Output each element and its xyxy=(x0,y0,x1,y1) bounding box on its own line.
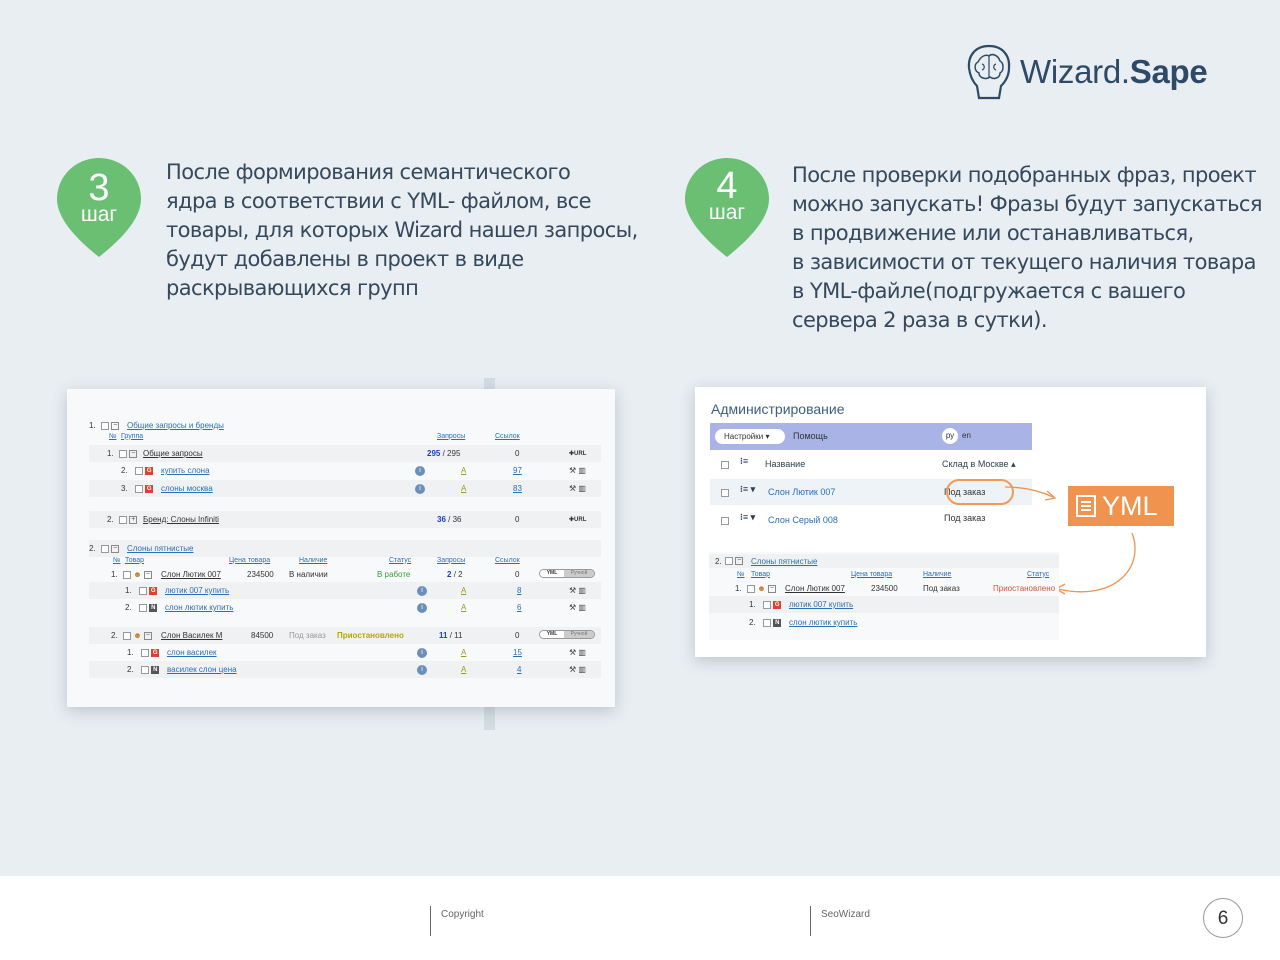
keyword-link[interactable]: слоны москва xyxy=(161,484,213,493)
footer: Copyright SeoWizard 6 xyxy=(0,876,1280,960)
keyword-row: 2. N слон лютик купить xyxy=(749,618,858,627)
keyword-link[interactable]: василек слон цена xyxy=(167,665,237,674)
brand-logo: Wizard.Sape xyxy=(966,44,1208,100)
keyword-row: 1. G лютик 007 купить xyxy=(709,596,1059,613)
brain-head-icon xyxy=(967,44,1011,100)
table-header: № Товар Цена товара Наличие Статус xyxy=(737,570,1050,578)
wrench-chart-icon[interactable]: ⚒ ▥ xyxy=(569,586,586,595)
yml-manual-toggle[interactable]: YML Ручной xyxy=(539,569,595,578)
keyword-row: 1. G лютик 007 купить i A 8 ⚒ ▥ xyxy=(89,582,601,599)
footer-divider xyxy=(810,906,811,936)
page-number: 6 xyxy=(1203,898,1243,938)
info-icon[interactable]: i xyxy=(417,648,427,658)
wrench-chart-icon[interactable]: ⚒ ▥ xyxy=(569,484,586,493)
document-icon xyxy=(1076,495,1096,517)
footer-copyright: Copyright xyxy=(441,909,484,920)
wrench-chart-icon[interactable]: ⚒ ▥ xyxy=(569,648,586,657)
info-icon[interactable]: i xyxy=(417,586,427,596)
keyword-link[interactable]: лютик 007 купить xyxy=(789,600,853,609)
keyword-link[interactable]: купить слона xyxy=(161,466,210,475)
info-icon[interactable]: i xyxy=(417,603,427,613)
group-row: 2. − Слоны пятнистые xyxy=(709,554,1059,568)
admin-screenshot: Администрирование Настройки ▾ Помощь ру e… xyxy=(695,387,1206,657)
group-link[interactable]: Слоны пятнистые xyxy=(127,544,193,553)
step-4-description: После проверки подобранных фраз, проект … xyxy=(792,163,1262,332)
wrench-chart-icon[interactable]: ⚒ ▥ xyxy=(569,466,586,475)
product-row: 2. ☻ − Слон Василек М 84500 Под заказ Пр… xyxy=(89,627,601,644)
group-link[interactable]: Общие запросы и бренды xyxy=(127,421,224,430)
wrench-chart-icon[interactable]: ⚒ ▥ xyxy=(569,603,586,612)
table-header: № Товар Цена товара Наличие Статус Запро… xyxy=(113,556,520,564)
brand-name: Wizard.Sape xyxy=(1020,53,1208,90)
table-header: № Группа Запросы Ссылок xyxy=(109,432,520,440)
keyword-row: 3. G слоны москва i A 83 ⚒ ▥ xyxy=(89,480,601,497)
add-url-button[interactable]: ✚URL xyxy=(569,450,586,457)
add-url-button[interactable]: ✚URL xyxy=(569,516,586,523)
yml-manual-toggle[interactable]: YML Ручной xyxy=(539,630,595,639)
info-icon[interactable]: i xyxy=(415,466,425,476)
footer-divider xyxy=(430,906,431,936)
info-icon[interactable]: i xyxy=(415,484,425,494)
step-3-description: После формирования семантического ядра в… xyxy=(166,160,638,300)
product-row: 1. ☻ − Слон Лютик 007 234500 В наличии В… xyxy=(89,566,601,583)
project-groups-screenshot: 1. − Общие запросы и бренды № Группа Зап… xyxy=(67,389,615,707)
subgroup-row: 1. − Общие запросы 295 / 295 0 ✚URL xyxy=(89,445,601,462)
keyword-link[interactable]: лютик 007 купить xyxy=(165,586,229,595)
product-row: 1. ☻ − Слон Лютик 007 234500 Под заказ П… xyxy=(735,584,1056,593)
wrench-chart-icon[interactable]: ⚒ ▥ xyxy=(569,665,586,674)
keyword-row: 2. N слон лютик купить i A 6 ⚒ ▥ xyxy=(125,603,586,613)
keyword-row: 1. G слон василек i A 15 ⚒ ▥ xyxy=(127,648,586,658)
group-link[interactable]: Слоны пятнистые xyxy=(751,557,817,566)
footer-company: SeoWizard xyxy=(821,909,870,920)
info-icon[interactable]: i xyxy=(417,665,427,675)
keyword-link[interactable]: слон василек xyxy=(167,648,217,657)
keyword-link[interactable]: слон лютик купить xyxy=(789,618,857,627)
step-3-marker: 3 шаг xyxy=(57,158,141,258)
keyword-row: 2. G купить слона i A 97 ⚒ ▥ xyxy=(121,466,586,476)
keyword-link[interactable]: слон лютик купить xyxy=(165,603,233,612)
yml-badge: YML xyxy=(1068,486,1174,526)
step-4-marker: 4 шаг xyxy=(685,158,769,258)
subgroup-row: 2. + Бренд: Слоны Infiniti 36 / 36 0 ✚UR… xyxy=(89,511,601,528)
keyword-row: 2. N василек слон цена i A 4 ⚒ ▥ xyxy=(89,661,601,678)
embedded-groups-table: 2. − Слоны пятнистые № Товар Цена товара… xyxy=(709,552,1059,640)
